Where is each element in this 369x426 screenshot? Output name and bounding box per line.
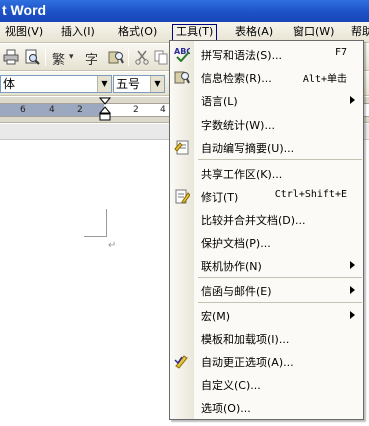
menu-item-research[interactable]: 信息检索(R)... Alt+单击 bbox=[170, 66, 363, 88]
menu-item-templates-addins[interactable]: 模板和加载项(I)... bbox=[170, 327, 363, 349]
chinese-conversion-button[interactable]: 字 bbox=[85, 49, 98, 68]
menu-table[interactable]: 表格(A) bbox=[232, 24, 276, 41]
menu-item-label: 拼写和语法(S)... bbox=[201, 49, 283, 62]
traditional-chinese-button[interactable]: 繁 bbox=[52, 49, 65, 68]
track-changes-icon bbox=[175, 189, 190, 204]
menu-separator bbox=[198, 302, 362, 303]
font-name-combo[interactable]: 体 ▼ bbox=[0, 75, 112, 93]
menu-item-shortcut: Alt+单击 bbox=[302, 74, 347, 85]
submenu-arrow-icon bbox=[350, 96, 355, 104]
menu-item-label: 共享工作区(K)... bbox=[201, 168, 283, 181]
menu-item-spelling[interactable]: ABC 拼写和语法(S)... F7 bbox=[170, 43, 363, 65]
ruler-tick-label: 4 bbox=[160, 105, 166, 115]
menu-item-language[interactable]: 语言(L) bbox=[170, 89, 363, 111]
chevron-down-icon[interactable]: ▼ bbox=[97, 76, 111, 92]
submenu-arrow-icon bbox=[350, 311, 355, 319]
research-icon bbox=[174, 71, 190, 84]
menu-item-track-changes[interactable]: 修订(T) Ctrl+Shift+E bbox=[170, 185, 363, 207]
menu-separator bbox=[198, 159, 362, 160]
menu-window[interactable]: 窗口(W) bbox=[290, 24, 337, 41]
indent-marker-icon[interactable] bbox=[99, 97, 111, 123]
menu-item-label: 信函与邮件(E) bbox=[201, 285, 272, 298]
paragraph-mark-icon: ↵ bbox=[108, 240, 117, 251]
toolbar-separator bbox=[45, 49, 46, 66]
menu-item-label: 自定义(C)... bbox=[201, 379, 261, 392]
menu-item-shared-workspace[interactable]: 共享工作区(K)... bbox=[170, 162, 363, 184]
submenu-arrow-icon bbox=[350, 261, 355, 269]
menu-item-label: 语言(L) bbox=[201, 95, 238, 108]
autocorrect-icon bbox=[174, 355, 188, 369]
font-size-value: 五号 bbox=[116, 77, 141, 91]
menu-format[interactable]: 格式(O) bbox=[115, 24, 160, 41]
menu-item-macro[interactable]: 宏(M) bbox=[170, 304, 363, 326]
menu-item-letters-mailings[interactable]: 信函与邮件(E) bbox=[170, 279, 363, 301]
menu-item-label: 比较并合并文档(D)... bbox=[201, 214, 306, 227]
print-icon[interactable] bbox=[3, 49, 19, 65]
menu-item-label: 联机协作(N) bbox=[201, 260, 262, 273]
font-name-value: 体 bbox=[3, 77, 16, 91]
menu-separator bbox=[198, 277, 362, 278]
menu-item-protect-document[interactable]: 保护文档(P)... bbox=[170, 231, 363, 253]
tools-menu-dropdown: ABC 拼写和语法(S)... F7 信息检索(R)... Alt+单击 语言(… bbox=[169, 40, 364, 420]
spelling-icon: ABC bbox=[174, 47, 190, 62]
menu-item-label: 字数统计(W)... bbox=[201, 119, 275, 132]
menu-item-options[interactable]: 选项(O)... bbox=[170, 396, 363, 418]
submenu-arrow-icon bbox=[350, 286, 355, 294]
window-title: t Word bbox=[2, 2, 47, 18]
menu-item-label: 修订(T) bbox=[201, 191, 239, 204]
menu-item-online-collaboration[interactable]: 联机协作(N) bbox=[170, 254, 363, 276]
ruler-tick-label: 2 bbox=[133, 105, 139, 115]
menu-item-word-count[interactable]: 字数统计(W)... bbox=[170, 113, 363, 135]
menu-item-compare-merge[interactable]: 比较并合并文档(D)... bbox=[170, 208, 363, 230]
autosummarize-icon bbox=[174, 140, 189, 155]
menu-item-label: 信息检索(R)... bbox=[201, 72, 272, 85]
menu-help[interactable]: 帮助 bbox=[348, 24, 369, 41]
menu-item-shortcut: Ctrl+Shift+E bbox=[274, 189, 347, 200]
menu-item-autosummarize[interactable]: 自动编写摘要(U)... bbox=[170, 136, 363, 158]
menu-tools[interactable]: 工具(T) bbox=[172, 24, 218, 41]
menu-item-shortcut: F7 bbox=[334, 47, 347, 58]
menu-item-label: 自动更正选项(A)... bbox=[201, 356, 294, 369]
menu-insert[interactable]: 插入(I) bbox=[58, 24, 98, 41]
cut-icon[interactable] bbox=[134, 49, 150, 65]
chevron-down-icon[interactable]: ▼ bbox=[150, 76, 164, 92]
menu-item-label: 保护文档(P)... bbox=[201, 237, 271, 250]
copy-icon[interactable] bbox=[153, 49, 169, 65]
ruler-tick-label: 6 bbox=[20, 105, 26, 115]
research-icon[interactable] bbox=[108, 49, 124, 65]
menu-view[interactable]: 视图(V) bbox=[2, 24, 46, 41]
menu-item-label: 模板和加载项(I)... bbox=[201, 333, 290, 346]
title-bar: t Word bbox=[0, 0, 369, 22]
chevron-down-icon[interactable]: ▾ bbox=[69, 52, 74, 62]
ruler-tick-label: 4 bbox=[49, 105, 55, 115]
font-size-combo[interactable]: 五号 ▼ bbox=[113, 75, 165, 93]
page-crop-mark bbox=[106, 209, 107, 237]
menu-item-label: 自动编写摘要(U)... bbox=[201, 142, 295, 155]
menu-item-label: 宏(M) bbox=[201, 310, 231, 323]
menu-item-autocorrect-options[interactable]: 自动更正选项(A)... bbox=[170, 350, 363, 372]
print-preview-icon[interactable] bbox=[24, 49, 40, 65]
menu-item-label: 选项(O)... bbox=[201, 402, 251, 415]
ruler-tick-label: 2 bbox=[77, 105, 83, 115]
toolbar-separator bbox=[128, 49, 129, 66]
menu-item-customize[interactable]: 自定义(C)... bbox=[170, 373, 363, 395]
page-crop-mark bbox=[84, 236, 106, 237]
